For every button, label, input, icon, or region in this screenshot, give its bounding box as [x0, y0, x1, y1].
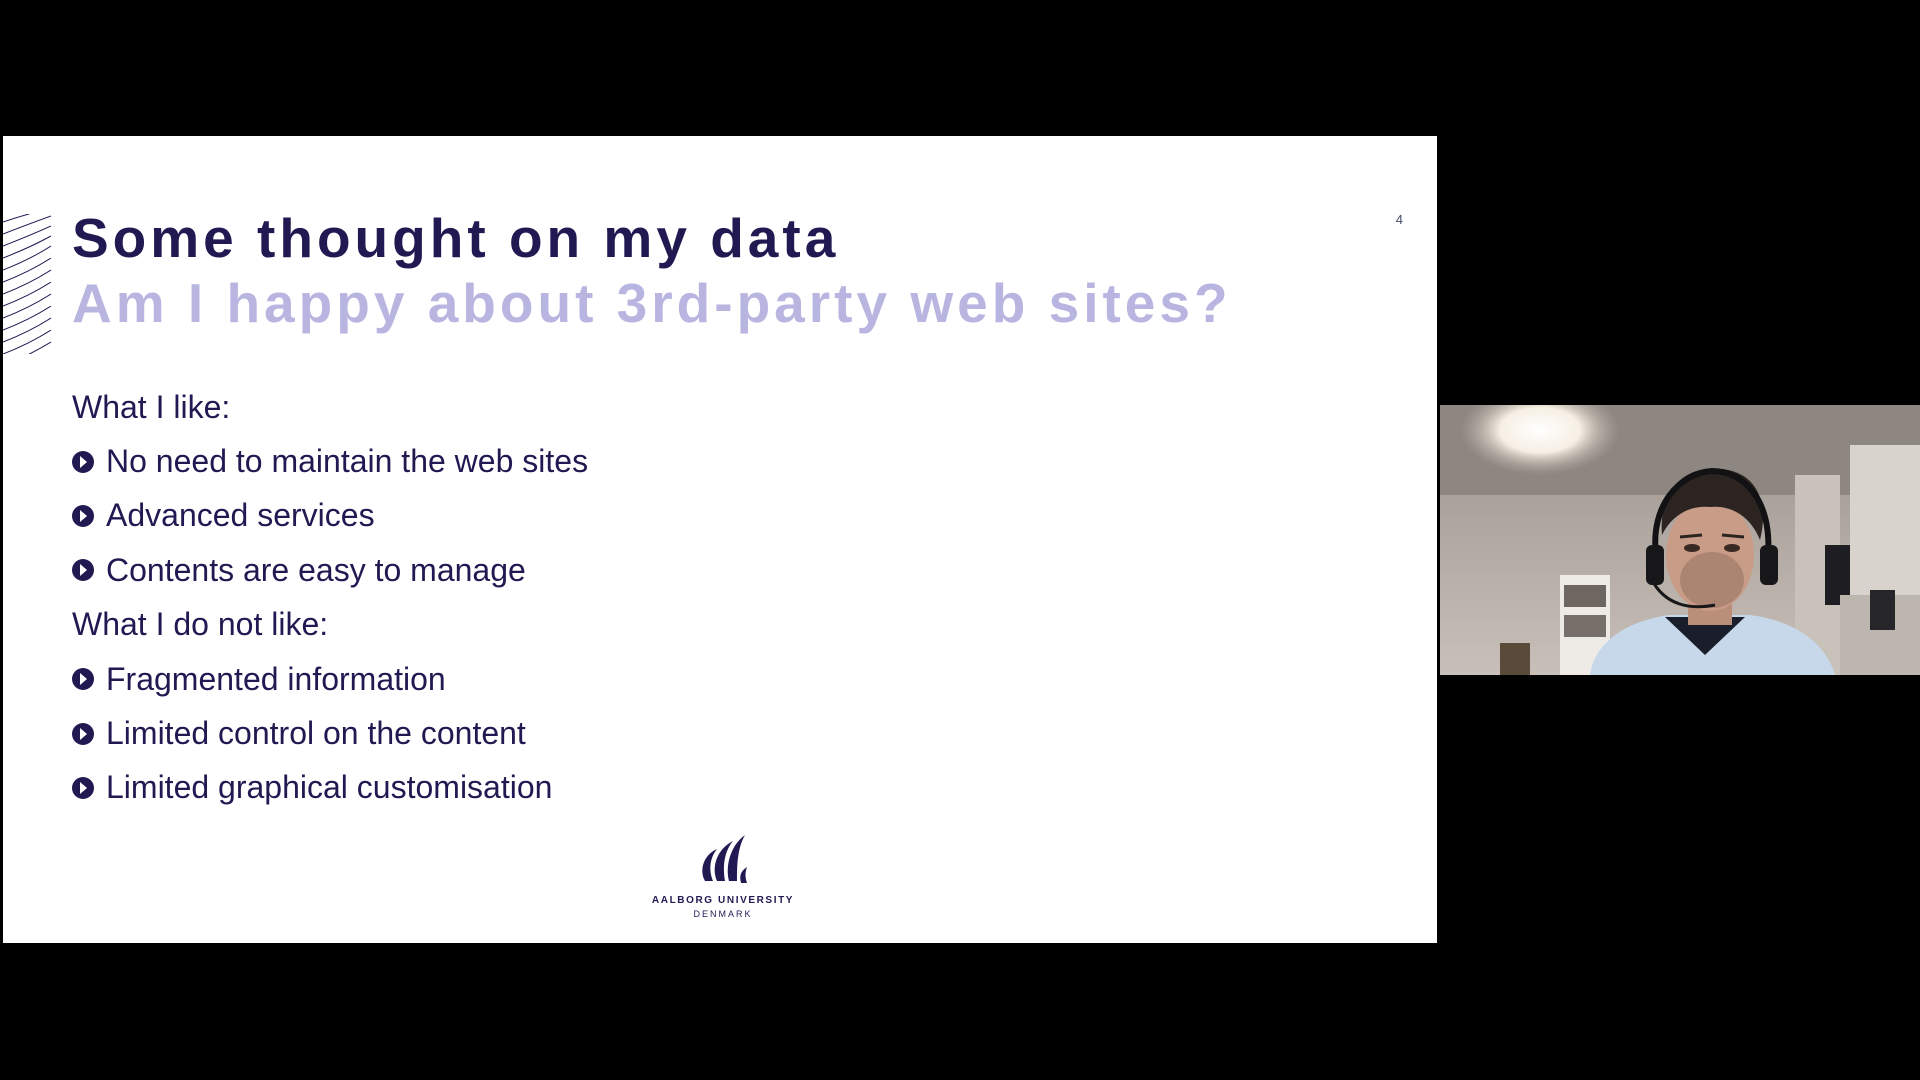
webcam-feed	[1440, 405, 1920, 675]
webcam-video-tile[interactable]	[1440, 405, 1920, 675]
slide-number: 4	[1395, 212, 1403, 227]
presentation-slide: 4 Some thought on my data Am I happy abo…	[3, 136, 1437, 943]
slide-content: What I like: No need to maintain the web…	[72, 380, 1272, 815]
bullet-text: Limited control on the content	[106, 715, 526, 752]
slide-title: Some thought on my data	[72, 207, 840, 269]
bullet-text: Fragmented information	[106, 660, 446, 697]
bullet-item: Limited graphical customisation	[72, 761, 1272, 815]
bullet-item: Contents are easy to manage	[72, 543, 1272, 597]
chevron-bullet-icon	[72, 722, 94, 745]
chevron-bullet-icon	[72, 776, 94, 799]
aau-logo-icon	[702, 835, 747, 883]
bullet-text: Limited graphical customisation	[106, 769, 553, 806]
logo-university-name: AALBORG UNIVERSITY	[651, 895, 795, 906]
chevron-bullet-icon	[72, 668, 94, 691]
bullet-item: Limited control on the content	[72, 706, 1272, 760]
section-heading-dislikes: What I do not like:	[72, 606, 329, 643]
bullet-text: No need to maintain the web sites	[106, 443, 589, 480]
diagonal-hatch-decoration	[3, 214, 51, 354]
video-call-screen: 4 Some thought on my data Am I happy abo…	[0, 0, 1920, 1080]
bullet-item: No need to maintain the web sites	[72, 434, 1272, 488]
chevron-bullet-icon	[72, 504, 94, 527]
logo-country: DENMARK	[693, 909, 753, 919]
chevron-bullet-icon	[72, 559, 94, 582]
bullet-text: Contents are easy to manage	[106, 551, 526, 588]
section-heading-likes: What I like:	[72, 388, 231, 425]
bullet-item: Fragmented information	[72, 652, 1272, 706]
university-logo: AALBORG UNIVERSITY DENMARK	[643, 831, 803, 919]
chevron-bullet-icon	[72, 450, 94, 473]
bullet-text: Advanced services	[106, 497, 375, 534]
bullet-item: Advanced services	[72, 489, 1272, 543]
slide-subtitle: Am I happy about 3rd-party web sites?	[72, 272, 1232, 334]
